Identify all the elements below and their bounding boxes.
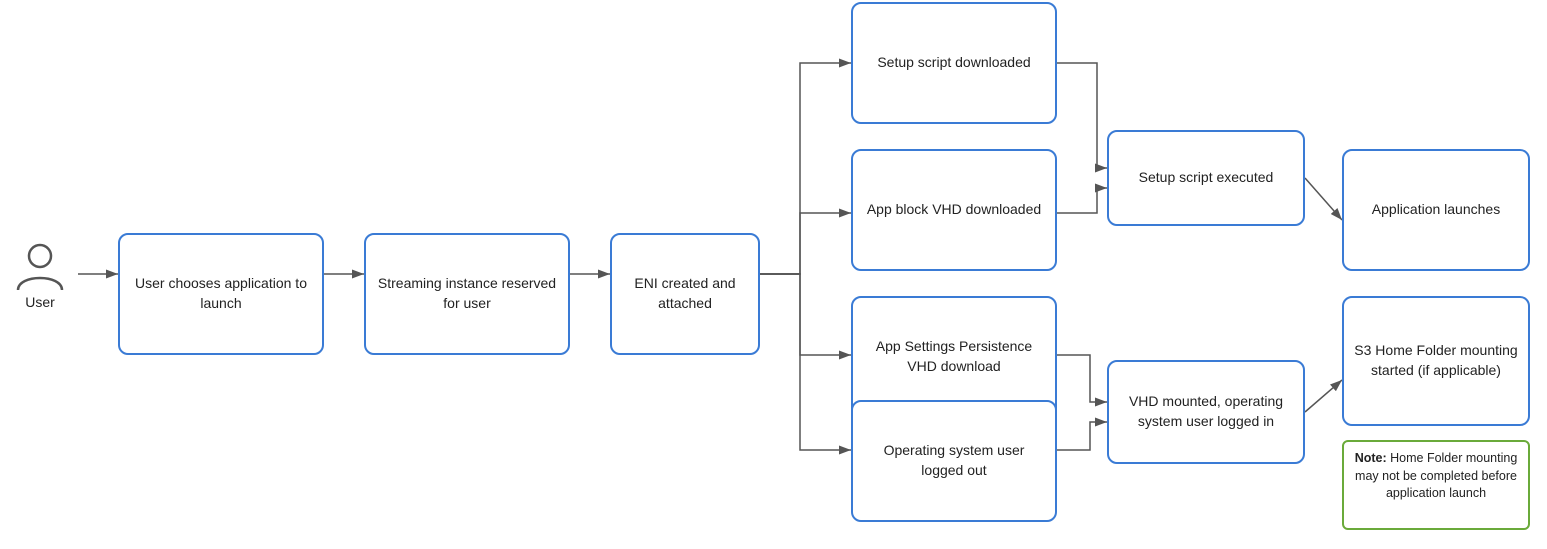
- setup-script-executed-node: Setup script executed: [1107, 130, 1305, 226]
- user-icon-group: User: [14, 240, 66, 310]
- user-chooses-node: User chooses application to launch: [118, 233, 324, 355]
- note-label: Note:: [1355, 451, 1387, 465]
- s3-home-folder-node: S3 Home Folder mounting started (if appl…: [1342, 296, 1530, 426]
- user-icon: [14, 240, 66, 292]
- diagram: User User chooses application to launch …: [0, 0, 1547, 549]
- application-launches-node: Application launches: [1342, 149, 1530, 271]
- eni-created-node: ENI created and attached: [610, 233, 760, 355]
- note-box: Note: Home Folder mounting may not be co…: [1342, 440, 1530, 530]
- user-label: User: [25, 294, 55, 310]
- streaming-instance-node: Streaming instance reserved for user: [364, 233, 570, 355]
- os-user-logged-node: Operating system user logged out: [851, 400, 1057, 522]
- vhd-mounted-node: VHD mounted, operating system user logge…: [1107, 360, 1305, 464]
- app-block-vhd-node: App block VHD downloaded: [851, 149, 1057, 271]
- setup-script-node: Setup script downloaded: [851, 2, 1057, 124]
